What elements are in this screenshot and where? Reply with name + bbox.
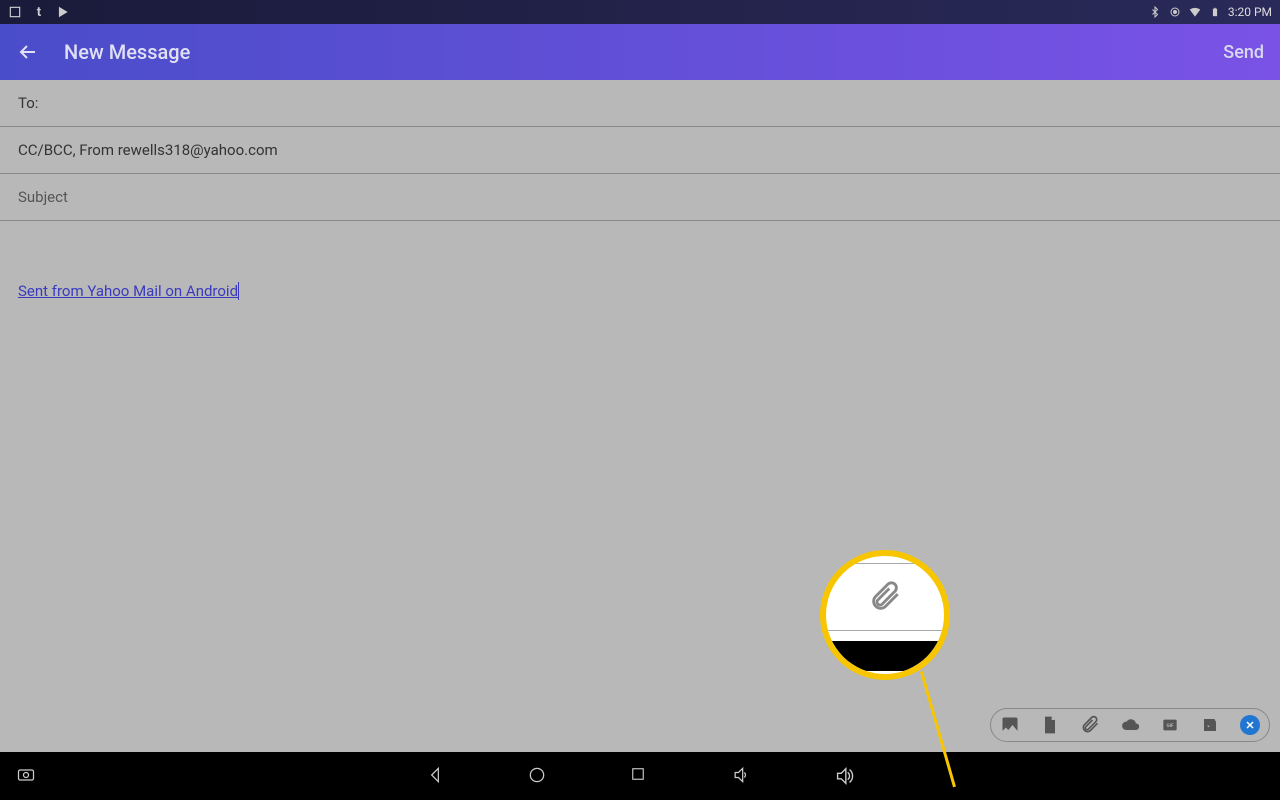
svg-text:GIF: GIF xyxy=(1166,723,1174,729)
wifi-icon xyxy=(1188,5,1202,19)
to-field[interactable]: To: xyxy=(0,80,1280,127)
android-nav-bar xyxy=(0,752,1280,800)
target-icon xyxy=(1168,5,1182,19)
message-body[interactable]: Sent from Yahoo Mail on Android xyxy=(0,221,1280,318)
to-label: To: xyxy=(18,94,38,112)
document-attach-icon[interactable] xyxy=(1039,714,1061,736)
status-left-icons: t xyxy=(8,5,70,19)
paperclip-icon xyxy=(868,580,902,614)
android-status-bar: t 3:20 PM xyxy=(0,0,1280,24)
signature-link[interactable]: Sent from Yahoo Mail on Android xyxy=(18,282,239,300)
callout-magnifier xyxy=(820,550,950,680)
paperclip-attach-icon[interactable] xyxy=(1079,714,1101,736)
sticker-attach-icon[interactable] xyxy=(1199,714,1221,736)
image-attach-icon[interactable] xyxy=(999,714,1021,736)
volume-down-icon[interactable] xyxy=(731,765,753,787)
compose-area: To: CC/BCC, From rewells318@yahoo.com Su… xyxy=(0,80,1280,752)
recents-nav-icon[interactable] xyxy=(629,765,651,787)
subject-field[interactable]: Subject xyxy=(0,174,1280,221)
page-title: New Message xyxy=(64,40,190,64)
battery-icon xyxy=(1208,5,1222,19)
attach-toolbar: GIF xyxy=(990,708,1270,742)
status-clock: 3:20 PM xyxy=(1228,5,1272,19)
home-nav-icon[interactable] xyxy=(527,765,549,787)
callout-inner xyxy=(826,559,944,671)
status-right-icons: 3:20 PM xyxy=(1148,5,1272,19)
close-icon xyxy=(1240,715,1260,735)
back-arrow-icon[interactable] xyxy=(16,40,40,64)
back-nav-icon[interactable] xyxy=(425,765,447,787)
send-button[interactable]: Send xyxy=(1223,42,1264,63)
gif-attach-icon[interactable]: GIF xyxy=(1159,714,1181,736)
play-icon xyxy=(56,5,70,19)
volume-up-icon[interactable] xyxy=(833,765,855,787)
subject-placeholder: Subject xyxy=(18,188,68,206)
ccbcc-from-label: CC/BCC, From rewells318@yahoo.com xyxy=(18,141,278,159)
tumblr-icon: t xyxy=(32,5,46,19)
ccbcc-from-field[interactable]: CC/BCC, From rewells318@yahoo.com xyxy=(0,127,1280,174)
app-bar: New Message Send xyxy=(0,24,1280,80)
screenshot-nav-icon[interactable] xyxy=(16,765,38,787)
close-attach-button[interactable] xyxy=(1239,714,1261,736)
screenshot-icon xyxy=(8,5,22,19)
cloud-attach-icon[interactable] xyxy=(1119,714,1141,736)
bluetooth-icon xyxy=(1148,5,1162,19)
